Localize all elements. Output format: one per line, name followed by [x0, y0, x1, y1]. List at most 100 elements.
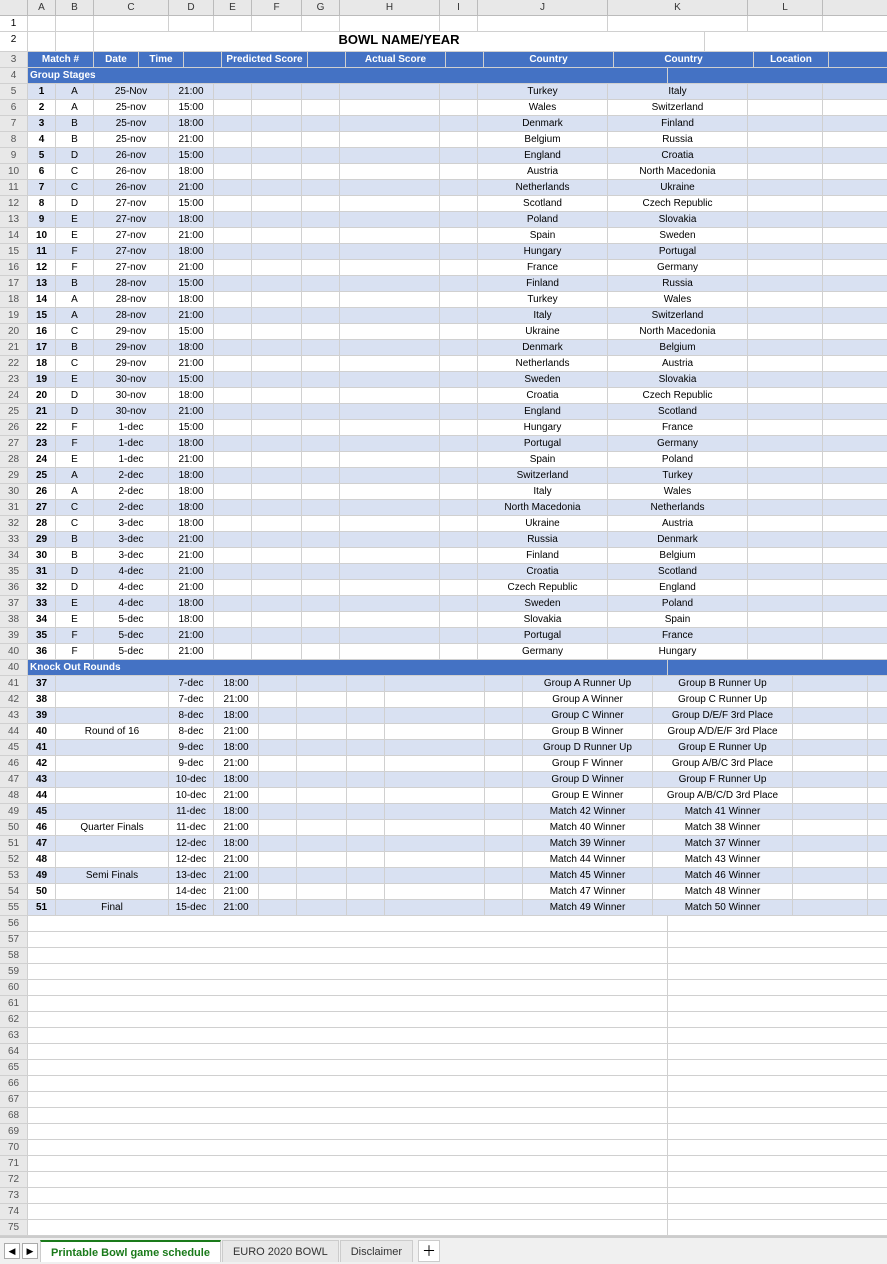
rn-ko-48: 48	[0, 788, 28, 803]
match-c1-17: Denmark	[478, 340, 608, 355]
match-num-14[interactable]: 14	[28, 292, 56, 307]
match-num-32[interactable]: 32	[28, 580, 56, 595]
rn-1: 1	[0, 16, 28, 31]
empty-row-10: 66	[0, 1076, 887, 1092]
col-k[interactable]: K	[608, 0, 748, 15]
tab-printable[interactable]: Printable Bowl game schedule	[40, 1240, 221, 1262]
match-num-28[interactable]: 28	[28, 516, 56, 531]
ko-match-num-47[interactable]: 47	[28, 836, 56, 851]
match-num-5[interactable]: 5	[28, 148, 56, 163]
tab-scroll-left[interactable]: ◀	[4, 1243, 20, 1259]
match-date-21: 30-nov	[94, 404, 169, 419]
ko-match-num-38[interactable]: 38	[28, 692, 56, 707]
match-date-12: 27-nov	[94, 260, 169, 275]
match-num-33[interactable]: 33	[28, 596, 56, 611]
match-num-22[interactable]: 22	[28, 420, 56, 435]
match-c2-9: Slovakia	[608, 212, 748, 227]
ko-match-num-46[interactable]: 46	[28, 820, 56, 835]
rn-ko-42: 42	[0, 692, 28, 707]
spreadsheet: A B C D E F G H I J K L 1	[0, 0, 887, 1236]
tab-add-button[interactable]: ＋	[418, 1240, 440, 1262]
match-num-6[interactable]: 6	[28, 164, 56, 179]
col-f[interactable]: F	[252, 0, 302, 15]
match-num-3[interactable]: 3	[28, 116, 56, 131]
match-num-17[interactable]: 17	[28, 340, 56, 355]
ko-match-num-49[interactable]: 49	[28, 868, 56, 883]
match-num-7[interactable]: 7	[28, 180, 56, 195]
match-num-24[interactable]: 24	[28, 452, 56, 467]
col-l[interactable]: L	[748, 0, 823, 15]
empty-row-9: 65	[0, 1060, 887, 1076]
match-num-2[interactable]: 2	[28, 100, 56, 115]
ko-match-num-43[interactable]: 43	[28, 772, 56, 787]
col-d[interactable]: D	[169, 0, 214, 15]
tab-scroll-right[interactable]: ▶	[22, 1243, 38, 1259]
group-row-33: 37 33 E 4-dec 18:00 Sweden Poland	[0, 596, 887, 612]
col-a[interactable]: A	[28, 0, 56, 15]
col-h[interactable]: H	[340, 0, 440, 15]
match-num-12[interactable]: 12	[28, 260, 56, 275]
ko-match-num-40[interactable]: 40	[28, 724, 56, 739]
empty-row-15: 71	[0, 1156, 887, 1172]
col-g[interactable]: G	[302, 0, 340, 15]
ko-match-num-44[interactable]: 44	[28, 788, 56, 803]
ko-match-num-48[interactable]: 48	[28, 852, 56, 867]
col-e[interactable]: E	[214, 0, 252, 15]
match-num-36[interactable]: 36	[28, 644, 56, 659]
match-date-11: 27-nov	[94, 244, 169, 259]
col-i[interactable]: I	[440, 0, 478, 15]
match-num-34[interactable]: 34	[28, 612, 56, 627]
rn-g6: 6	[0, 100, 28, 115]
match-num-15[interactable]: 15	[28, 308, 56, 323]
match-num-30[interactable]: 30	[28, 548, 56, 563]
ko-match-num-37[interactable]: 37	[28, 676, 56, 691]
match-num-8[interactable]: 8	[28, 196, 56, 211]
match-num-16[interactable]: 16	[28, 324, 56, 339]
match-num-35[interactable]: 35	[28, 628, 56, 643]
ko-match-num-41[interactable]: 41	[28, 740, 56, 755]
rn-g5: 5	[0, 84, 28, 99]
rn-empty-5: 61	[0, 996, 28, 1011]
group-row-11: 15 11 F 27-nov 18:00 Hungary Portugal	[0, 244, 887, 260]
match-num-29[interactable]: 29	[28, 532, 56, 547]
match-num-26[interactable]: 26	[28, 484, 56, 499]
match-num-11[interactable]: 11	[28, 244, 56, 259]
match-time-27: 18:00	[169, 500, 214, 515]
match-num-13[interactable]: 13	[28, 276, 56, 291]
group-row-27: 31 27 C 2-dec 18:00 North Macedonia Neth…	[0, 500, 887, 516]
match-num-18[interactable]: 18	[28, 356, 56, 371]
match-num-1[interactable]: 1	[28, 84, 56, 99]
group-stages-label: Group Stages	[28, 68, 668, 83]
ko-c1-41: Group D Runner Up	[523, 740, 653, 755]
match-num-10[interactable]: 10	[28, 228, 56, 243]
match-date-16: 29-nov	[94, 324, 169, 339]
col-j[interactable]: J	[478, 0, 608, 15]
ko-match-num-39[interactable]: 39	[28, 708, 56, 723]
match-num-27[interactable]: 27	[28, 500, 56, 515]
match-num-25[interactable]: 25	[28, 468, 56, 483]
rn-ko-49: 49	[0, 804, 28, 819]
col-c[interactable]: C	[94, 0, 169, 15]
match-num-23[interactable]: 23	[28, 436, 56, 451]
ko-match-num-42[interactable]: 42	[28, 756, 56, 771]
col-b[interactable]: B	[56, 0, 94, 15]
match-num-4[interactable]: 4	[28, 132, 56, 147]
ko-match-num-51[interactable]: 51	[28, 900, 56, 915]
match-time-34: 18:00	[169, 612, 214, 627]
tab-disclaimer[interactable]: Disclaimer	[340, 1240, 413, 1262]
match-num-20[interactable]: 20	[28, 388, 56, 403]
rn-g33: 33	[0, 532, 28, 547]
ko-time-50: 21:00	[214, 884, 259, 899]
ko-time-39: 18:00	[214, 708, 259, 723]
rn-g34: 34	[0, 548, 28, 563]
ko-match-num-45[interactable]: 45	[28, 804, 56, 819]
match-num-31[interactable]: 31	[28, 564, 56, 579]
ko-match-num-50[interactable]: 50	[28, 884, 56, 899]
match-num-21[interactable]: 21	[28, 404, 56, 419]
match-date-4: 25-nov	[94, 132, 169, 147]
round-label-42	[56, 756, 169, 771]
tab-euro[interactable]: EURO 2020 BOWL	[222, 1240, 339, 1262]
rn-g35: 35	[0, 564, 28, 579]
match-num-9[interactable]: 9	[28, 212, 56, 227]
match-num-19[interactable]: 19	[28, 372, 56, 387]
